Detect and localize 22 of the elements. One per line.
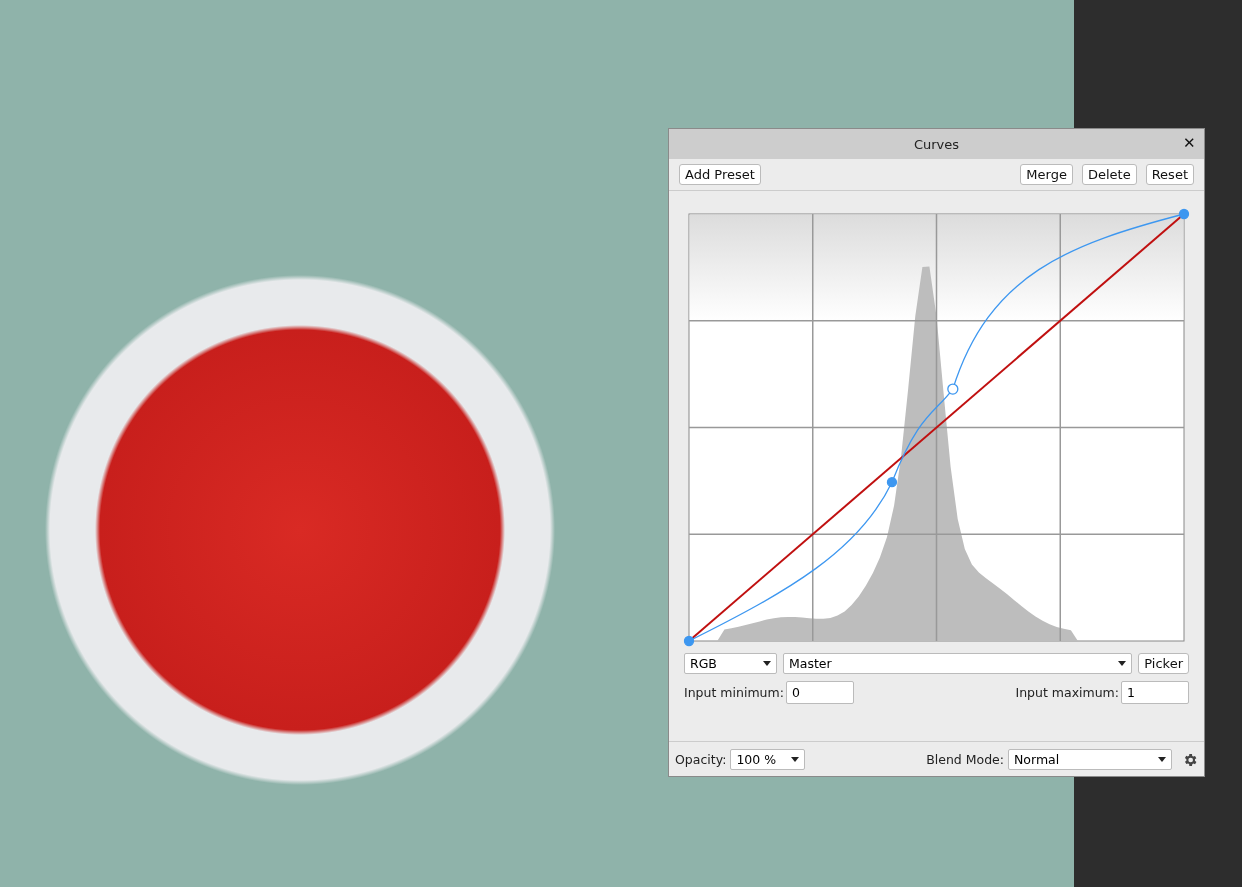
blend-mode-dropdown[interactable]: Normal bbox=[1008, 749, 1172, 770]
channel-dropdown[interactable]: RGB bbox=[684, 653, 777, 674]
caret-icon bbox=[1118, 661, 1127, 666]
opacity-dropdown[interactable]: 100 % bbox=[730, 749, 806, 770]
input-minimum-label: Input minimum: bbox=[684, 685, 784, 700]
blend-mode-label: Blend Mode: bbox=[926, 752, 1004, 767]
preset-button[interactable]: Add Preset bbox=[679, 164, 761, 185]
preset-button[interactable]: Reset bbox=[1145, 164, 1194, 185]
opacity-label: Opacity: bbox=[675, 752, 727, 767]
input-minimum-field[interactable]: 0 bbox=[785, 681, 854, 704]
window-title: Curves bbox=[913, 136, 960, 152]
channel-name-dropdown[interactable]: Master bbox=[783, 653, 1133, 674]
preset-button[interactable]: Delete bbox=[1081, 164, 1137, 185]
close-button[interactable]: ✕ bbox=[1181, 134, 1198, 152]
settings-icon[interactable] bbox=[1182, 751, 1198, 768]
caret-icon bbox=[791, 757, 800, 762]
caret-icon bbox=[763, 661, 771, 666]
input-maximum-label: Input maximum: bbox=[1015, 685, 1119, 700]
preset-button[interactable]: Merge bbox=[1020, 164, 1073, 185]
input-maximum-field[interactable]: 1 bbox=[1121, 681, 1189, 704]
picker-button[interactable]: Picker bbox=[1138, 653, 1189, 674]
caret-icon bbox=[1158, 757, 1166, 762]
